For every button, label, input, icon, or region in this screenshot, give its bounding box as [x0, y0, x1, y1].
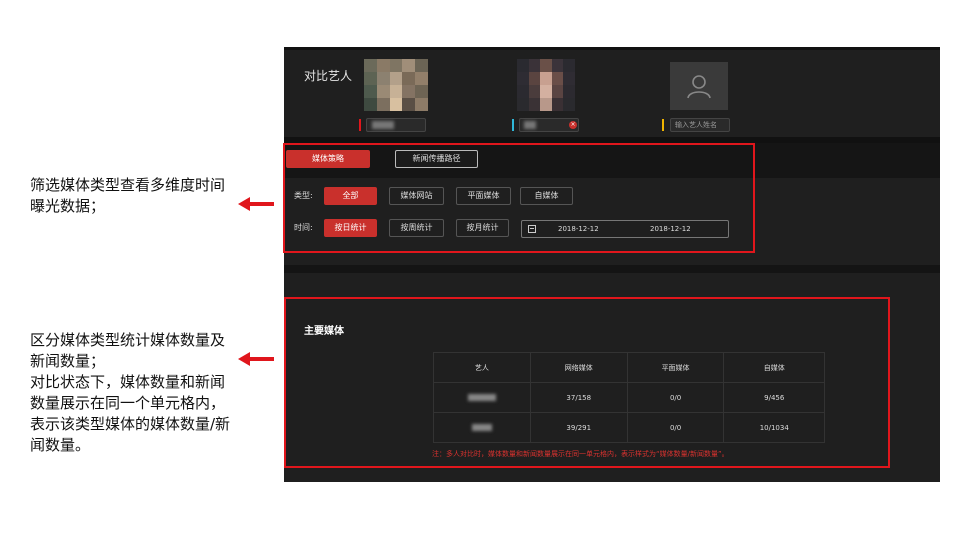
clear-icon[interactable]: ×: [569, 121, 577, 129]
table-highlight-box: [284, 297, 890, 468]
arrow-left-icon: [238, 197, 278, 211]
arrow-left-icon: [238, 352, 278, 366]
table-annotation: 区分媒体类型统计媒体数量及 新闻数量； 对比状态下，媒体数量和新闻 数量展示在同…: [30, 331, 231, 454]
artist-name-input-3[interactable]: 输入艺人姓名: [670, 118, 730, 132]
artist-avatar-2[interactable]: [517, 59, 575, 111]
add-artist-avatar[interactable]: [670, 62, 728, 110]
compare-artists-title: 对比艺人: [304, 69, 353, 83]
filter-highlight-box: [283, 143, 755, 253]
user-icon: [687, 75, 711, 99]
artist-avatar-1[interactable]: [364, 59, 428, 111]
slide: 筛选媒体类型查看多维度时间 曝光数据； 区分媒体类型统计媒体数量及 新闻数量； …: [0, 0, 960, 540]
